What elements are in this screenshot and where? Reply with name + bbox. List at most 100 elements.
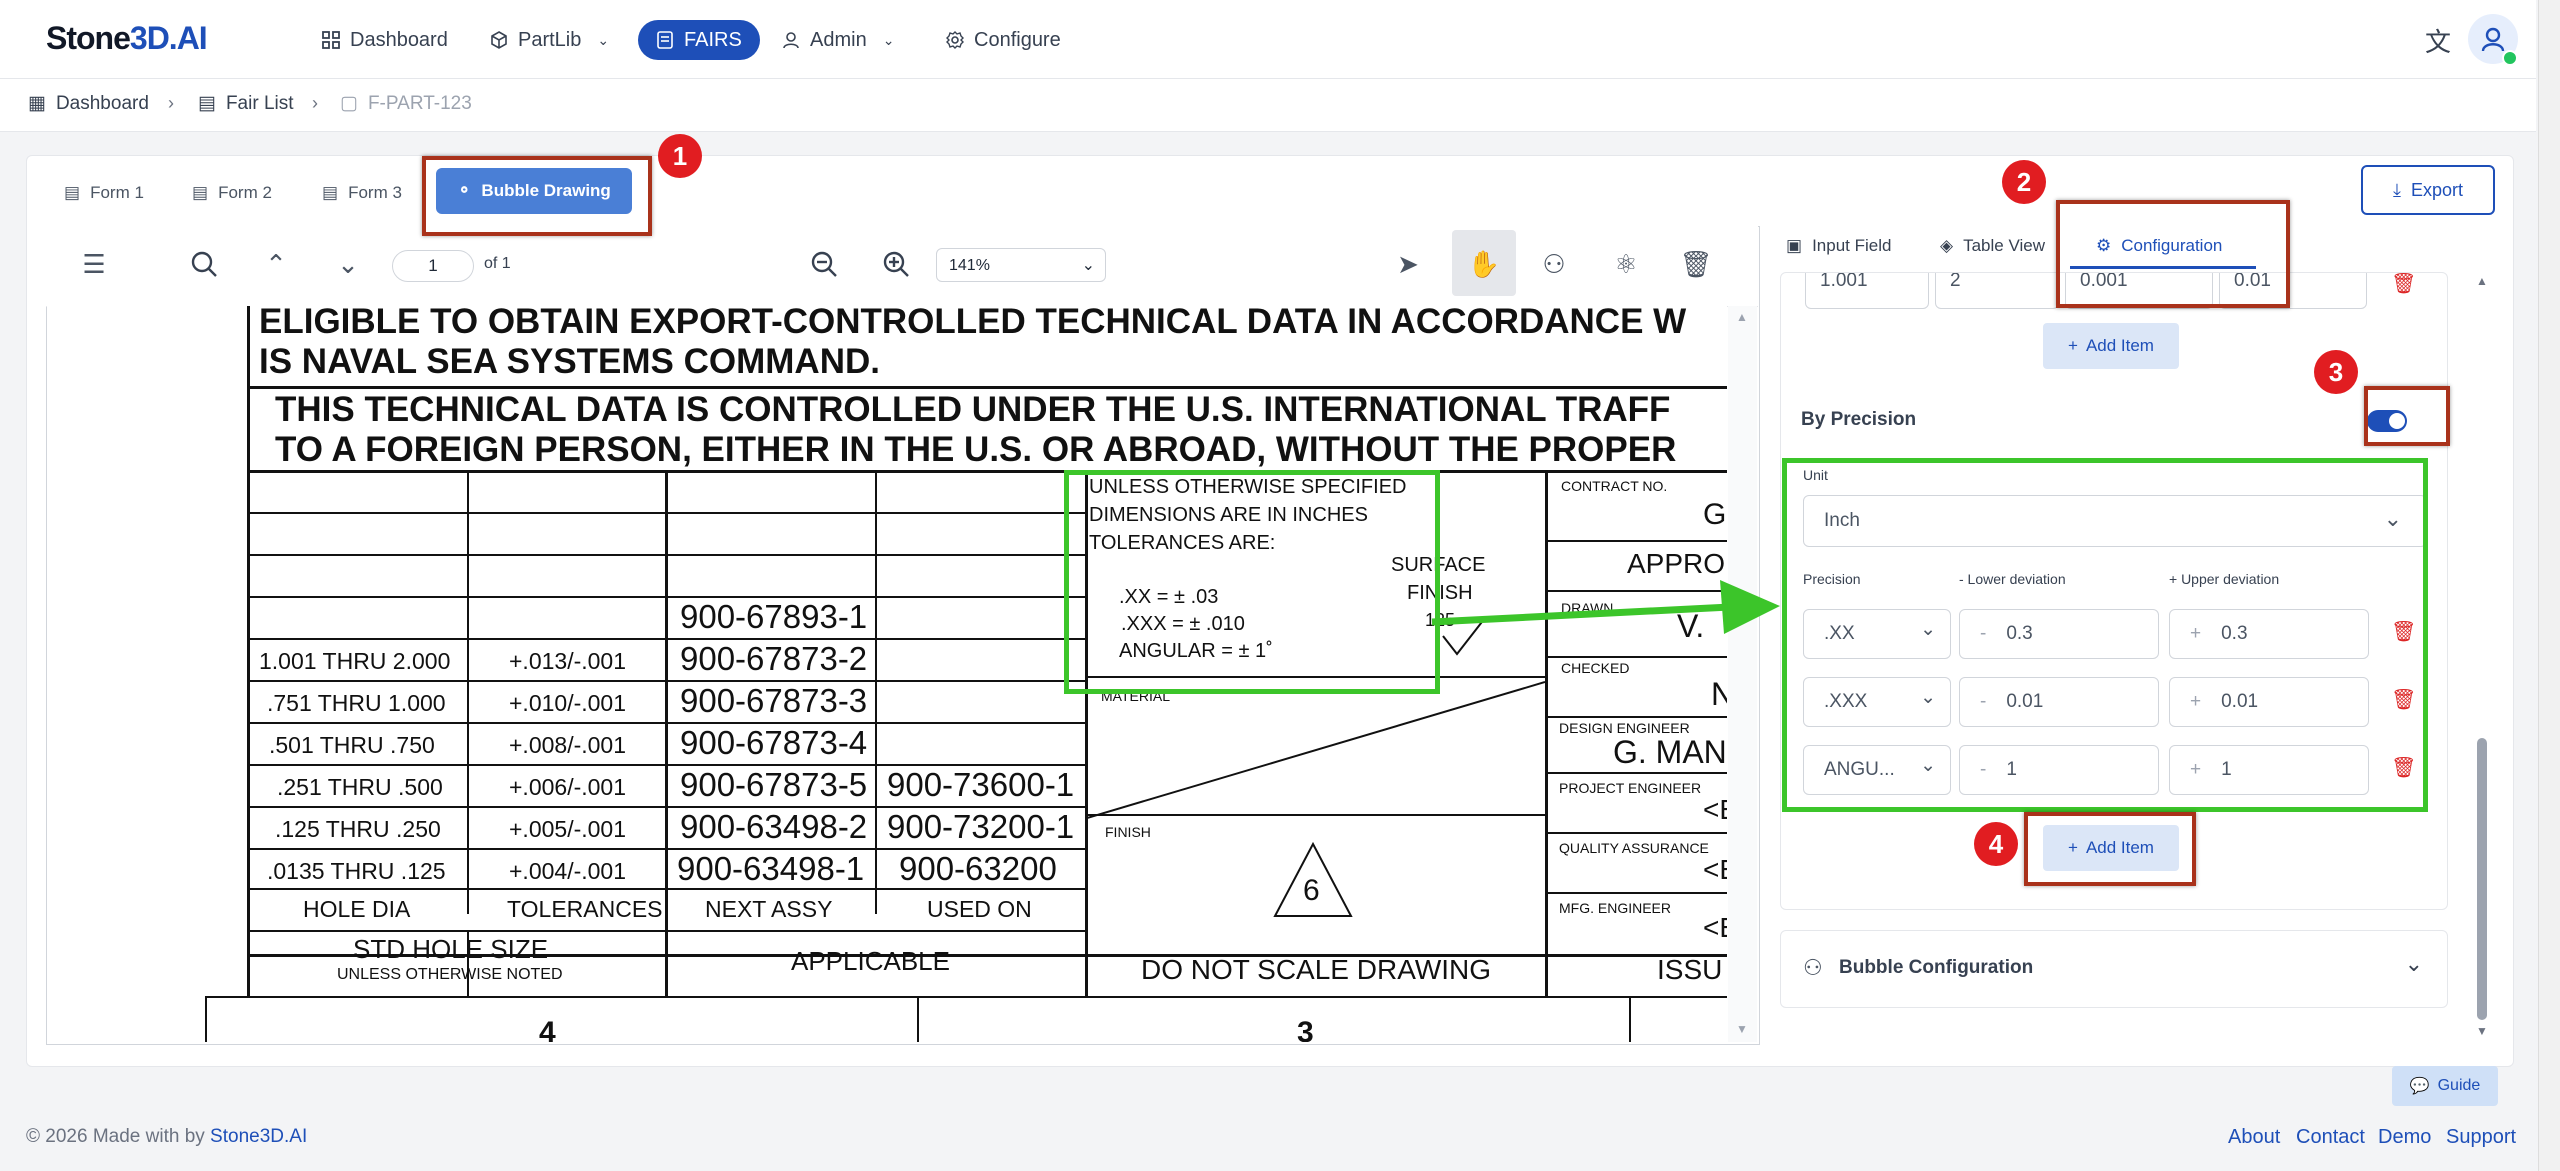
hole-dia-cell: .251 THRU .500 bbox=[277, 774, 443, 800]
next-assy-cell: 900-67873-2 bbox=[680, 640, 868, 677]
grid-icon: ▦ bbox=[28, 93, 46, 114]
footer-support-link[interactable]: Support bbox=[2446, 1126, 2516, 1149]
range-from-input[interactable]: 1.001 bbox=[1805, 273, 1929, 309]
document-icon bbox=[657, 31, 673, 49]
material-diagonal bbox=[1087, 681, 1545, 819]
trash-icon[interactable]: 🗑 bbox=[1678, 246, 1714, 282]
footer-about-link[interactable]: About bbox=[2228, 1126, 2280, 1149]
atom-icon[interactable]: ⚛ bbox=[1608, 246, 1644, 282]
guide-button[interactable]: 💬 Guide bbox=[2392, 1066, 2498, 1106]
tab-form-2[interactable]: ▤ Form 2 bbox=[192, 176, 272, 210]
tab-form-3[interactable]: ▤ Form 3 bbox=[322, 176, 402, 210]
nav-configure[interactable]: Configure bbox=[946, 20, 1061, 60]
tab-form-3-label: Form 3 bbox=[348, 183, 402, 202]
hand-icon[interactable]: ✋ bbox=[1466, 246, 1502, 282]
scroll-thumb[interactable] bbox=[2477, 738, 2487, 1020]
project-engineer-value: <E bbox=[1703, 794, 1727, 825]
hole-dia-cell: .751 THRU 1.000 bbox=[267, 690, 446, 716]
nav-partlib-label: PartLib bbox=[518, 28, 582, 51]
std-hole-size: STD HOLE SIZE bbox=[353, 934, 549, 964]
scroll-up-icon[interactable]: ▲ bbox=[2476, 274, 2488, 288]
range-to-input[interactable]: 2 bbox=[1935, 273, 2059, 309]
tab-table-view[interactable]: ◈ Table View bbox=[1940, 236, 2045, 256]
col-hole-dia: HOLE DIA bbox=[303, 896, 411, 922]
next-assy-cell: 900-63498-1 bbox=[677, 850, 865, 887]
contract-value: G bbox=[1703, 498, 1727, 531]
download-icon: ⤓ bbox=[2393, 179, 2401, 200]
export-button[interactable]: ⤓ Export bbox=[2361, 165, 2495, 215]
tab-form-1[interactable]: ▤ Form 1 bbox=[64, 176, 144, 210]
nav-partlib[interactable]: PartLib ⌄ bbox=[490, 20, 609, 60]
breadcrumb-dashboard-label: Dashboard bbox=[55, 92, 149, 114]
page-scrollbar[interactable] bbox=[2538, 0, 2560, 1171]
scroll-down-icon[interactable]: ▼ bbox=[1736, 1022, 1748, 1036]
menu-icon[interactable]: ☰ bbox=[76, 246, 112, 282]
footer-brand-link[interactable]: Stone3D.AI bbox=[210, 1126, 307, 1147]
viewer-scrollbar[interactable]: ▲ ▼ bbox=[1728, 306, 1757, 1042]
finish-label: FINISH bbox=[1105, 824, 1151, 840]
translate-icon[interactable]: 文 bbox=[2425, 22, 2451, 59]
breadcrumb-dashboard[interactable]: ▦ Dashboard bbox=[28, 92, 149, 115]
guide-icon: 💬 bbox=[2409, 1078, 2430, 1095]
delete-row-icon[interactable]: 🗑 bbox=[2391, 273, 2416, 296]
technical-drawing[interactable]: ELIGIBLE TO OBTAIN EXPORT-CONTROLLED TEC… bbox=[47, 306, 1727, 1042]
tolerance-cell: +.013/-.001 bbox=[509, 648, 627, 674]
user-icon bbox=[2481, 27, 2505, 52]
chevron-down-icon: ⌄ bbox=[2404, 951, 2423, 976]
page-count: of 1 bbox=[484, 255, 511, 272]
scroll-up-icon[interactable]: ▲ bbox=[1736, 310, 1748, 324]
nav-dashboard-label: Dashboard bbox=[350, 28, 448, 51]
guide-label: Guide bbox=[2437, 1077, 2481, 1094]
used-on-cell: 900-73200-1 bbox=[887, 808, 1075, 845]
mfg-engineer-label: MFG. ENGINEER bbox=[1559, 900, 1672, 916]
pointer-icon[interactable]: ➤ bbox=[1390, 246, 1426, 282]
search-icon[interactable] bbox=[186, 246, 222, 282]
zoom-out-icon[interactable] bbox=[806, 246, 842, 282]
mfg-engineer-value: <E bbox=[1703, 912, 1727, 943]
bubble-configuration-accordion[interactable]: ⚇ Bubble Configuration ⌄ bbox=[1780, 930, 2448, 1008]
breadcrumb-current-label: F-PART-123 bbox=[367, 92, 472, 114]
chevron-down-icon: ⌄ bbox=[1081, 257, 1095, 274]
page-number-input[interactable]: 1 bbox=[392, 250, 474, 282]
tab-input-field[interactable]: ▣ Input Field bbox=[1786, 236, 1891, 256]
document-icon: ▤ bbox=[64, 183, 81, 202]
design-engineer-value: G. MAN bbox=[1613, 734, 1727, 770]
col-next-assy: NEXT ASSY bbox=[705, 896, 833, 922]
tab-table-view-label: Table View bbox=[1963, 236, 2045, 255]
footer-copyright: © 2026 Made with by Stone3D.AI bbox=[26, 1126, 308, 1147]
next-assy-cell: 900-63498-2 bbox=[680, 808, 868, 845]
do-not-scale: DO NOT SCALE DRAWING bbox=[1141, 954, 1492, 985]
nav-admin-label: Admin bbox=[810, 28, 867, 51]
zoom-in-icon[interactable] bbox=[878, 246, 914, 282]
by-precision-title: By Precision bbox=[1801, 409, 1917, 430]
chevron-right-icon: › bbox=[168, 93, 174, 113]
app-logo[interactable]: Stone3D.AI bbox=[46, 20, 208, 57]
breadcrumb-fair-list-label: Fair List bbox=[225, 92, 294, 114]
nav-admin[interactable]: Admin ⌄ bbox=[782, 20, 894, 60]
footer-contact-link[interactable]: Contact bbox=[2296, 1126, 2365, 1149]
chevron-up-icon[interactable]: ⌃ bbox=[258, 246, 294, 282]
nav-fairs[interactable]: FAIRS bbox=[638, 20, 760, 60]
nav-fairs-label: FAIRS bbox=[684, 28, 742, 51]
zoom-select[interactable]: 141% ⌄ bbox=[936, 248, 1106, 282]
panel-scrollbar[interactable]: ▲ ▼ bbox=[2472, 272, 2492, 1044]
footer-demo-link[interactable]: Demo bbox=[2378, 1126, 2431, 1149]
chevron-down-icon: ⌄ bbox=[597, 31, 610, 48]
add-range-item-button[interactable]: + Add Item bbox=[2043, 323, 2179, 369]
gear-icon bbox=[946, 31, 964, 49]
grid-icon bbox=[322, 31, 340, 49]
scroll-down-icon[interactable]: ▼ bbox=[2476, 1024, 2488, 1038]
chevron-down-icon[interactable]: ⌄ bbox=[330, 246, 366, 282]
next-assy-cell: 900-67873-5 bbox=[680, 766, 868, 803]
hole-dia-cell: .125 THRU .250 bbox=[275, 816, 441, 842]
breadcrumb-fair-list[interactable]: ▤ Fair List bbox=[198, 92, 294, 115]
used-on-cell: 900-73600-1 bbox=[887, 766, 1075, 803]
used-on-cell: 900-63200 bbox=[899, 850, 1057, 887]
bubble-icon[interactable]: ⚇ bbox=[1536, 246, 1572, 282]
hole-dia-cell: .501 THRU .750 bbox=[269, 732, 435, 758]
green-highlight-tolerance-note bbox=[1064, 470, 1440, 694]
highlight-configuration-tab bbox=[2056, 200, 2290, 308]
step-badge-1: 1 bbox=[658, 134, 702, 178]
nav-dashboard[interactable]: Dashboard bbox=[322, 20, 448, 60]
tolerance-cell: +.010/-.001 bbox=[509, 690, 627, 716]
